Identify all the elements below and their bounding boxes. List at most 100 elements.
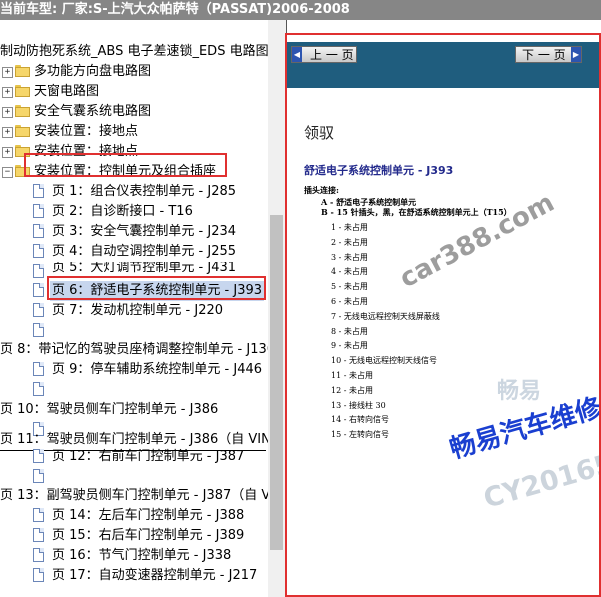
tree-item-label: 页 17：自动变速器控制单元 - J217 [52, 568, 258, 583]
folder-icon [15, 65, 30, 77]
pin-item: 12 - 未占用 [331, 385, 373, 395]
collapse-icon[interactable]: − [2, 167, 13, 178]
scrollbar-thumb[interactable] [270, 215, 283, 550]
tree-folder[interactable]: + 安装位置：接地点 [0, 122, 266, 142]
tree-page[interactable]: 页 4：自动空调控制单元 - J255 [0, 242, 266, 262]
document-viewer: ◀ 上 一 页 下 一 页 ▶ 领驭 舒适电子系统控制单元 - J393 插头连… [286, 20, 601, 597]
page-icon [33, 283, 44, 297]
tree-page[interactable]: 页 17：自动变速器控制单元 - J217 [0, 566, 266, 586]
page-icon [33, 244, 44, 258]
page-icon [33, 382, 44, 396]
tree-item[interactable]: 页 10：驾驶员侧车门控制单元 - J386 [0, 400, 266, 420]
pin-item: 3 - 未占用 [331, 252, 368, 262]
pin-item: 2 - 未占用 [331, 237, 368, 247]
tree-item-label: 天窗电路图 [34, 84, 100, 99]
tree-item-label: 安装位置：接地点 [34, 124, 139, 139]
tree-item-label: 多功能方向盘电路图 [34, 64, 152, 79]
tree-item-label: 页 2：自诊断接口 - T16 [52, 204, 193, 219]
prev-page-button[interactable]: ◀ 上 一 页 [291, 46, 357, 63]
pin-item: 5 - 未占用 [331, 282, 368, 292]
tree-folder[interactable]: + 安装位置：接地点 [0, 142, 266, 162]
tree-folder[interactable]: + 多功能方向盘电路图 [0, 62, 266, 82]
expand-icon[interactable]: + [2, 147, 13, 158]
prev-page-label: 上 一 页 [310, 48, 354, 62]
page-icon [33, 264, 44, 278]
tree-item-label: 页 12：右前车门控制单元 - J387 [52, 449, 245, 464]
tree-page[interactable]: 页 1：组合仪表控制单元 - J285 [0, 182, 266, 202]
tree-page[interactable] [0, 380, 266, 400]
tree-page[interactable] [0, 321, 266, 341]
tree-item-label: 页 6：舒适电子系统控制单元 - J393 [50, 281, 265, 301]
page-icon [33, 323, 44, 337]
watermark-cn2: 畅易汽车维修 [446, 392, 601, 465]
plug-b: B - 15 针插头，黑，在舒适系统控制单元上（T15） [321, 207, 512, 217]
folder-icon [15, 125, 30, 137]
expand-icon[interactable]: + [2, 107, 13, 118]
tree-page[interactable]: 页 3：安全气囊控制单元 - J234 [0, 222, 266, 242]
tree-item-label: 页 14：左后车门控制单元 - J388 [52, 508, 245, 523]
tree-page[interactable] [0, 467, 266, 487]
vehicle-title-bar: 当前车型: 厂家:S-上汽大众帕萨特（PASSAT)2006-2008 [0, 0, 601, 20]
tree-item-label: 制动防抱死系统_ABS 电子差速锁_EDS 电路图 [0, 44, 269, 59]
tree-item[interactable]: 页 8：带记忆的驾驶员座椅调整控制单元 - J136 [0, 340, 275, 360]
vehicle-title: 当前车型: 厂家:S-上汽大众帕萨特（PASSAT)2006-2008 [0, 2, 350, 17]
folder-icon [15, 145, 30, 157]
next-page-label: 下 一 页 [522, 48, 566, 62]
page-icon [33, 568, 44, 582]
pin-item: 13 - 接线柱 30 [331, 400, 386, 410]
expand-icon[interactable]: + [2, 67, 13, 78]
tree-page[interactable]: 页 7：发动机控制单元 - J220 [0, 301, 266, 321]
tree-page[interactable]: 页 15：右后车门控制单元 - J389 [0, 526, 266, 546]
circuit-tree[interactable]: 制动防抱死系统_ABS 电子差速锁_EDS 电路图 + 多功能方向盘电路图 + … [0, 20, 286, 597]
tree-folder[interactable]: + 安全气囊系统电路图 [0, 102, 266, 122]
tree-item-label: 安全气囊系统电路图 [34, 104, 152, 119]
doc-subtitle: 舒适电子系统控制单元 - J393 [304, 164, 454, 177]
page-nav-bar: ◀ 上 一 页 下 一 页 ▶ [287, 42, 601, 88]
pin-item: 6 - 未占用 [331, 297, 368, 306]
page-icon [33, 362, 44, 376]
tree-item-label: 页 4：自动空调控制单元 - J255 [52, 244, 237, 259]
tree-page[interactable]: 页 14：左后车门控制单元 - J388 [0, 506, 266, 526]
plug-heading: 插头连接: [304, 185, 339, 195]
pin-item: 4 - 未占用 [331, 267, 368, 277]
tree-item[interactable]: 页 13：副驾驶员侧车门控制单元 - J387（自 VI [0, 486, 274, 506]
tree-page[interactable]: 页 12：右前车门控制单元 - J387 [0, 447, 266, 467]
page-icon [33, 224, 44, 238]
tree-item-label: 安装位置：接地点 [34, 144, 139, 159]
document-page: 领驭 舒适电子系统控制单元 - J393 插头连接: A - 舒适电子系统控制单… [287, 88, 601, 597]
tree-folder-expanded[interactable]: − 安装位置：控制单元及组合插座 [0, 162, 266, 182]
expand-icon[interactable]: + [2, 87, 13, 98]
tree-page[interactable]: 页 2：自诊断接口 - T16 [0, 202, 266, 222]
tree-page[interactable]: 页 9：停车辅助系统控制单元 - J446 [0, 360, 266, 380]
tree-item-label: 页 5：大灯调节控制单元 - J431 [52, 262, 237, 275]
watermark-site: car388.com [394, 187, 560, 295]
watermark-code: CY20165 [480, 448, 601, 515]
tree-page[interactable]: 页 16：节气门控制单元 - J338 [0, 546, 266, 566]
tree-folder[interactable]: + 天窗电路图 [0, 82, 266, 102]
tree-item-label: 页 13：副驾驶员侧车门控制单元 - J387（自 VI [0, 488, 275, 503]
page-icon [33, 528, 44, 542]
page-icon [33, 449, 44, 463]
tree-page[interactable]: 页 5：大灯调节控制单元 - J431 [0, 262, 266, 278]
pin-item: 1 - 未占用 [331, 223, 368, 232]
pin-item: 11 - 未占用 [331, 371, 373, 380]
tree-scrollbar[interactable] [268, 20, 286, 597]
tree-item-label: 页 7：发动机控制单元 - J220 [52, 303, 224, 318]
tree-page-selected[interactable]: 页 6：舒适电子系统控制单元 - J393 [0, 281, 266, 301]
tree-item-label: 页 9：停车辅助系统控制单元 - J446 [52, 362, 263, 377]
doc-title: 领驭 [304, 124, 335, 142]
tree-item-label: 页 16：节气门控制单元 - J338 [52, 548, 232, 563]
page-icon [33, 469, 44, 483]
page-icon [33, 548, 44, 562]
folder-icon [15, 105, 30, 117]
page-icon [33, 184, 44, 198]
pin-item: 9 - 未占用 [331, 341, 368, 351]
tree-item-label: 页 15：右后车门控制单元 - J389 [52, 528, 245, 543]
page-icon [33, 303, 44, 317]
pin-item: 10 - 无线电远程控制天线信号 [331, 356, 437, 366]
next-page-button[interactable]: 下 一 页 ▶ [515, 46, 582, 63]
expand-icon[interactable]: + [2, 127, 13, 138]
folder-icon [15, 85, 30, 97]
pin-item: 14 - 右转向信号 [331, 415, 389, 425]
arrow-right-icon: ▶ [571, 47, 581, 62]
